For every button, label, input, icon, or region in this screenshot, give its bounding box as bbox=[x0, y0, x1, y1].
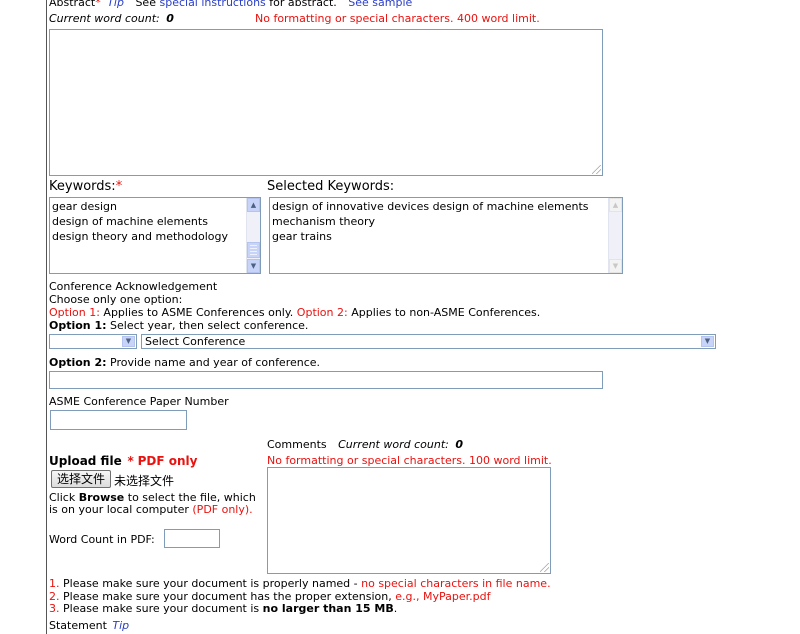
abstract-label: Abstract bbox=[49, 0, 96, 9]
choose-file-button[interactable]: 选择文件 bbox=[51, 470, 112, 488]
keywords-scrollbar[interactable]: ▲ ▼ bbox=[246, 198, 260, 273]
note-2-example: e.g., MyPaper.pdf bbox=[395, 590, 491, 603]
keyword-option[interactable]: design of machine elements bbox=[52, 214, 260, 229]
conference-select[interactable]: Select Conference ▼ bbox=[141, 334, 716, 349]
see-sample-link[interactable]: See sample bbox=[348, 0, 412, 9]
comments-count-label: Current word count: bbox=[338, 438, 449, 451]
upload-help-pdf: (PDF only). bbox=[192, 503, 253, 516]
special-instructions-link[interactable]: special instructions bbox=[159, 0, 265, 9]
selected-keywords-label: Selected Keywords: bbox=[267, 179, 395, 194]
keyword-option[interactable]: gear design bbox=[52, 199, 260, 214]
chevron-down-icon[interactable]: ▼ bbox=[701, 336, 714, 347]
comments-limit-note: No formatting or special characters. 100… bbox=[267, 454, 552, 467]
option2-instruction: Option 2: Provide name and year of confe… bbox=[49, 356, 320, 369]
resize-grip-icon[interactable] bbox=[540, 563, 549, 572]
keyword-option[interactable]: design theory and methodology bbox=[52, 229, 260, 244]
note-3-size-limit: no larger than 15 MB bbox=[262, 602, 394, 615]
note-1-number: 1. bbox=[49, 577, 60, 590]
selected-keywords-listbox[interactable]: design of innovative devices design of m… bbox=[269, 197, 623, 274]
conference-select-value: Select Conference bbox=[145, 335, 246, 348]
note-3-text: Please make sure your document is bbox=[63, 602, 260, 615]
scroll-up-icon[interactable]: ▲ bbox=[609, 198, 622, 212]
abstract-limit-note: No formatting or special characters. 400… bbox=[255, 12, 540, 25]
option2-label: Option 2: bbox=[296, 306, 348, 319]
abstract-count-value: 0 bbox=[166, 12, 174, 25]
abstract-for-text: for abstract. bbox=[269, 0, 337, 9]
option2-conference-input[interactable] bbox=[49, 371, 603, 389]
option2-instruction-label: Option 2: bbox=[49, 356, 107, 369]
keywords-required-star: * bbox=[115, 179, 123, 194]
selected-keyword-option[interactable]: gear trains bbox=[272, 229, 622, 244]
comments-header: Comments Current word count: 0 bbox=[267, 438, 463, 451]
upload-header: Upload file * PDF only bbox=[49, 454, 198, 468]
statement-header: Statement Tip bbox=[49, 619, 129, 632]
upload-pdf-only: PDF only bbox=[137, 454, 198, 468]
note-3: 3. Please make sure your document is no … bbox=[49, 602, 397, 615]
keywords-listbox[interactable]: gear design design of machine elements d… bbox=[49, 197, 261, 274]
resize-grip-icon[interactable] bbox=[592, 165, 601, 174]
scroll-down-icon[interactable]: ▼ bbox=[609, 259, 622, 273]
option2-instruction-text: Provide name and year of conference. bbox=[110, 356, 321, 369]
upload-required-star: * bbox=[127, 454, 134, 468]
note-3-end: . bbox=[393, 602, 398, 615]
note-1: 1. Please make sure your document is pro… bbox=[49, 577, 551, 590]
abstract-header: Abstract* Tip See special instructions f… bbox=[49, 0, 412, 9]
selected-keywords-scrollbar[interactable]: ▲ ▼ bbox=[608, 198, 622, 273]
selected-keyword-option[interactable]: design of innovative devices design of m… bbox=[272, 199, 622, 214]
comments-textarea[interactable] bbox=[267, 467, 551, 574]
chevron-down-icon[interactable]: ▼ bbox=[122, 336, 135, 347]
option1-text: Applies to ASME Conferences only. bbox=[103, 306, 294, 319]
abstract-textarea[interactable] bbox=[49, 29, 603, 176]
word-count-pdf-input[interactable] bbox=[164, 529, 220, 548]
note-1-warning: no special characters in file name. bbox=[361, 577, 551, 590]
note-3-number: 3. bbox=[49, 602, 60, 615]
option1-instruction-text: Select year, then select conference. bbox=[110, 319, 309, 332]
option1-label: Option 1: bbox=[49, 306, 100, 319]
conference-title: Conference Acknowledgement bbox=[49, 280, 218, 293]
option2-text: Applies to non-ASME Conferences. bbox=[351, 306, 541, 319]
selected-keyword-option[interactable]: mechanism theory bbox=[272, 214, 622, 229]
scroll-down-icon[interactable]: ▼ bbox=[247, 259, 260, 273]
upload-help-local: is on your local computer bbox=[49, 503, 189, 516]
note-1-text: Please make sure your document is proper… bbox=[63, 577, 358, 590]
statement-tip-link[interactable]: Tip bbox=[112, 619, 129, 632]
comments-label: Comments bbox=[267, 438, 327, 451]
left-border-line bbox=[46, 0, 47, 634]
abstract-required-star: * bbox=[95, 0, 101, 9]
paper-number-label: ASME Conference Paper Number bbox=[49, 395, 229, 408]
upload-label: Upload file bbox=[49, 454, 122, 468]
option1-instruction-label: Option 1: bbox=[49, 319, 107, 332]
scroll-thumb[interactable] bbox=[247, 242, 260, 258]
keywords-header: Keywords:* bbox=[49, 179, 122, 194]
conference-choose-text: Choose only one option: bbox=[49, 293, 183, 306]
option1-instruction: Option 1: Select year, then select confe… bbox=[49, 319, 308, 332]
abstract-count-label: Current word count: bbox=[49, 12, 160, 25]
statement-label: Statement bbox=[49, 619, 107, 632]
year-select[interactable]: ▼ bbox=[49, 334, 137, 349]
paper-number-input[interactable] bbox=[50, 410, 187, 430]
keywords-label: Keywords: bbox=[49, 179, 116, 194]
conference-options-line: Option 1: Applies to ASME Conferences on… bbox=[49, 306, 540, 319]
abstract-see-text: See bbox=[135, 0, 156, 9]
no-file-chosen-text: 未选择文件 bbox=[114, 474, 175, 488]
abstract-word-count: Current word count: 0 bbox=[49, 12, 174, 25]
upload-help-line2: is on your local computer (PDF only). bbox=[49, 503, 253, 516]
word-count-pdf-label: Word Count in PDF: bbox=[49, 533, 155, 546]
comments-count-value: 0 bbox=[455, 438, 463, 451]
abstract-tip-link[interactable]: Tip bbox=[107, 0, 124, 9]
scroll-up-icon[interactable]: ▲ bbox=[247, 198, 260, 212]
